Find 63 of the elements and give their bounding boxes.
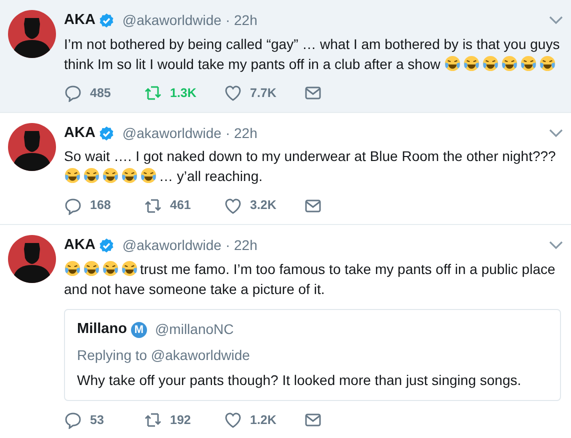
laughing-emoji-icon <box>83 260 100 277</box>
tweet-text: … y’all reaching. <box>159 168 262 184</box>
laughing-emoji-icon <box>539 54 556 72</box>
chevron-down-icon <box>549 241 563 250</box>
retweet-button[interactable]: 461 <box>144 196 224 215</box>
reply-button[interactable]: 168 <box>64 196 144 215</box>
avatar[interactable] <box>8 122 56 170</box>
retweet-arrows-icon <box>144 410 162 429</box>
handle: @millanoNC <box>154 320 234 340</box>
replying-to-text: Replying to @akaworldwide <box>77 346 251 365</box>
retweet-arrows-icon <box>144 196 162 215</box>
timestamp[interactable]: · 22h <box>225 10 258 32</box>
display-name[interactable]: AKA <box>64 235 96 257</box>
laughing-emoji-icon <box>140 167 157 184</box>
reply-button[interactable]: 53 <box>64 410 144 430</box>
laughing-emoji-icon <box>64 260 81 277</box>
envelope-icon <box>304 84 322 102</box>
like-button[interactable]: 1.2K <box>224 410 304 430</box>
laughing-emoji-icon <box>501 54 518 72</box>
avatar[interactable] <box>8 10 56 58</box>
tweet-text: think Im so lit I would take my pants off in a club after a show <box>64 56 440 72</box>
tweet-text: trust me famo. I’m too famous to take my pants off in a public place <box>140 260 556 277</box>
laughing-emoji-icon <box>463 54 480 72</box>
speech-bubble-icon <box>64 410 82 429</box>
handle[interactable]: @akaworldwide <box>122 235 222 256</box>
display-name: Millano <box>77 320 127 339</box>
laughing-emoji-icon <box>102 167 119 184</box>
quoted-tweet-card[interactable]: Millano M @millanoNC Replying to @akaworldwide Why take off your pants though? It looked more than just singing songs. <box>64 308 561 400</box>
laughing-emoji-icon <box>64 167 81 184</box>
more-menu-button[interactable] <box>549 241 563 250</box>
laughing-emoji-icon <box>482 54 500 72</box>
reply-button[interactable]: 485 <box>64 84 144 102</box>
speech-bubble-icon <box>64 84 82 102</box>
tweet-text: I’m not bothered by being called “gay” … what I am bothered by is that you guys <box>64 36 560 52</box>
like-button[interactable]: 7.7K <box>224 84 304 102</box>
display-name[interactable]: AKA <box>64 122 96 144</box>
retweet-button[interactable]: 192 <box>144 410 224 430</box>
laughing-emoji-icon <box>121 260 138 277</box>
like-button[interactable]: 3.2K <box>224 196 304 215</box>
name-badge: M <box>130 322 147 338</box>
heart-icon <box>224 410 242 429</box>
avatar[interactable] <box>8 235 56 283</box>
quoted-tweet-text: Why take off your pants though? It looked more than just singing songs. <box>77 370 522 390</box>
tweet-text: So wait …. I got naked down to my underwear at Blue Room the other night??? <box>64 148 556 164</box>
speech-bubble-icon <box>64 196 82 215</box>
heart-icon <box>224 84 242 102</box>
laughing-emoji-icon <box>444 54 462 72</box>
tweet-text: and not have someone take a picture of it. <box>64 280 325 297</box>
handle[interactable]: @akaworldwide <box>122 10 222 32</box>
laughing-emoji-icon <box>121 167 138 184</box>
laughing-emoji-icon <box>83 167 100 184</box>
display-name[interactable]: AKA <box>64 10 96 32</box>
timestamp[interactable]: · 22h <box>225 235 258 256</box>
handle[interactable]: @akaworldwide <box>122 122 222 144</box>
more-menu-button[interactable] <box>549 16 563 26</box>
chevron-down-icon <box>549 128 563 138</box>
more-menu-button[interactable] <box>549 128 563 138</box>
retweet-arrows-icon <box>144 84 162 102</box>
timestamp[interactable]: · 22h <box>225 122 258 144</box>
laughing-emoji-icon <box>102 260 119 277</box>
laughing-emoji-icon <box>520 54 538 72</box>
chevron-down-icon <box>549 16 563 26</box>
heart-icon <box>224 196 242 215</box>
